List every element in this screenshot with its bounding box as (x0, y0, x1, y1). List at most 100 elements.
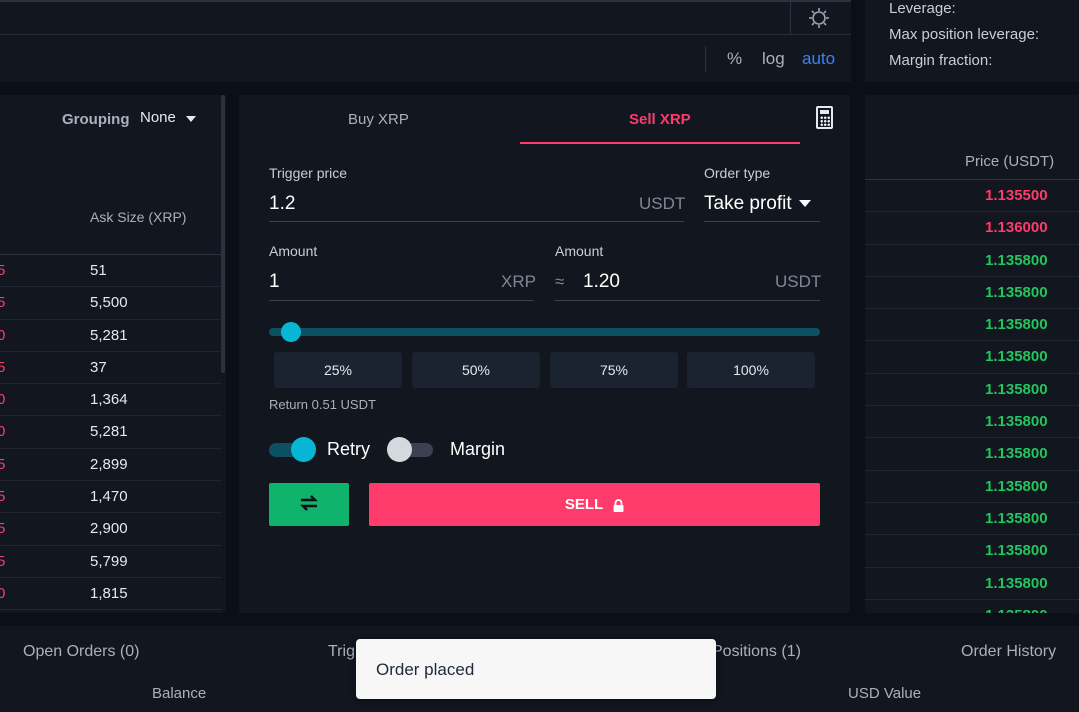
trade-row: 1.135800 (865, 503, 1079, 536)
amount-input[interactable]: 1 (269, 271, 280, 293)
ask-price: 0 (0, 391, 6, 409)
trade-price: 1.135500 (985, 187, 1048, 204)
chevron-down-icon[interactable] (186, 116, 196, 122)
orderbook-row[interactable]: 5 51 (0, 255, 222, 288)
approx-symbol: ≈ (555, 272, 565, 291)
trade-row: 1.135800 (865, 438, 1079, 471)
trade-price: 1.135800 (985, 509, 1048, 527)
orderbook-row[interactable]: 5 5,500 (0, 287, 222, 320)
amount-quote-underline (555, 300, 820, 301)
tab-positions[interactable]: Positions (1) (712, 643, 801, 661)
trade-row: 1.135800 (865, 277, 1079, 310)
settings-gear-icon[interactable] (808, 7, 830, 29)
ask-price: 0 (0, 423, 6, 441)
orderbook-row[interactable]: 5 2,900 (0, 513, 222, 546)
retry-toggle[interactable] (269, 437, 317, 462)
grouping-select[interactable]: None (140, 109, 176, 126)
ask-size: 5,281 (90, 326, 128, 344)
trade-price: 1.135800 (985, 477, 1048, 495)
orderbook-row[interactable]: 5 37 (0, 352, 222, 385)
order-type-select[interactable]: Take profit (704, 193, 792, 215)
amount-unit: XRP (501, 272, 536, 291)
usd-value-column-header: USD Value (848, 685, 922, 702)
ask-price: 0 (0, 584, 6, 602)
amount-quote-label: Amount (555, 243, 604, 259)
tab-order-history[interactable]: Order History (961, 643, 1056, 661)
trade-price: 1.135800 (985, 542, 1048, 560)
trade-price: 1.135800 (985, 413, 1048, 431)
ask-size: 51 (90, 262, 107, 279)
scale-divider (705, 46, 706, 72)
trade-row: 1.135800 (865, 245, 1079, 277)
amount-underline (269, 300, 534, 301)
trades-rows: 1.135500 1.136000 1.135800 1.135800 1.135800… (865, 180, 1079, 613)
ask-price: 0 (0, 326, 6, 344)
order-form: Buy XRP Sell XRP Trigger price 1.2 USDT … (239, 95, 850, 613)
orderbook-row[interactable]: 0 5,281 (0, 416, 222, 449)
ask-size: 5,799 (90, 552, 128, 570)
orderbook-row[interactable]: 0 1,815 (0, 578, 222, 611)
trade-price: 1.135800 (985, 283, 1048, 301)
margin-toggle[interactable] (387, 437, 435, 462)
scale-percent-button[interactable]: % (727, 49, 742, 69)
orderbook-row[interactable]: 5 2,899 (0, 449, 222, 482)
scale-auto-button[interactable]: auto (802, 49, 835, 69)
tab-trigger-orders[interactable]: Trig (328, 643, 355, 661)
percent-50-button[interactable]: 50% (412, 352, 540, 388)
orderbook-row[interactable]: 5 1,470 (0, 481, 222, 514)
orderbook-row[interactable]: 0 1,364 (0, 384, 222, 417)
sell-submit-button[interactable]: SELL (369, 483, 820, 526)
amount-label: Amount (269, 243, 318, 259)
trade-price: 1.135800 (985, 380, 1048, 398)
percent-25-button[interactable]: 25% (274, 352, 402, 388)
amount-quote-unit: USDT (775, 272, 822, 291)
trade-row: 1.135800 (865, 568, 1079, 600)
trades-panel: Price (USDT) 1.135500 1.136000 1.135800 1.1… (865, 95, 1079, 613)
lock-icon (613, 498, 624, 512)
trade-row: 1.135800 (865, 600, 1079, 613)
ask-price: 5 (0, 262, 6, 279)
ask-size: 2,899 (90, 455, 128, 473)
chart-toolbar: % log auto (0, 0, 851, 82)
ask-price: 5 (0, 552, 6, 570)
scale-log-button[interactable]: log (762, 49, 785, 69)
trigger-price-underline (269, 221, 684, 222)
percent-75-button[interactable]: 75% (550, 352, 678, 388)
trade-price: 1.136000 (985, 219, 1048, 237)
trigger-price-unit: USDT (639, 194, 686, 213)
active-tab-indicator (520, 142, 800, 144)
orderbook-row[interactable]: 5 5,799 (0, 546, 222, 578)
amount-slider-track[interactable] (269, 328, 820, 336)
trigger-price-input[interactable]: 1.2 (269, 193, 295, 215)
orderbook-row[interactable]: 0 5,281 (0, 320, 222, 352)
balance-column-header: Balance (152, 685, 207, 702)
swap-button[interactable] (269, 483, 349, 526)
tab-sell[interactable]: Sell XRP (629, 111, 691, 128)
tab-buy[interactable]: Buy XRP (348, 111, 409, 128)
price-header: Price (USDT) (965, 153, 1055, 170)
grouping-label: Grouping (62, 111, 130, 128)
ask-size: 1,815 (90, 584, 128, 602)
chevron-down-icon[interactable] (799, 200, 811, 207)
account-info-panel: Leverage: Max position leverage: Margin … (865, 0, 1079, 82)
amount-quote-input[interactable]: 1.20 (583, 271, 620, 293)
margin-label: Margin (450, 439, 506, 459)
order-type-label: Order type (704, 165, 771, 181)
toast-message: Order placed (376, 660, 475, 679)
ask-size: 1,470 (90, 488, 128, 506)
swap-arrows-icon (300, 495, 318, 511)
amount-slider-handle[interactable] (280, 322, 301, 342)
trade-row: 1.135800 (865, 309, 1079, 342)
tab-open-orders[interactable]: Open Orders (0) (23, 643, 139, 661)
trigger-price-label: Trigger price (269, 165, 348, 181)
trade-row: 1.135500 (865, 180, 1079, 213)
trade-price: 1.135800 (985, 445, 1048, 463)
max-position-leverage-label: Max position leverage: (889, 26, 1040, 43)
calculator-icon[interactable] (816, 106, 833, 129)
ask-price: 5 (0, 455, 6, 473)
ask-size: 1,364 (90, 391, 128, 409)
order-type-underline (704, 221, 820, 222)
trade-row: 1.136000 (865, 212, 1079, 245)
percent-100-button[interactable]: 100% (687, 352, 815, 388)
ask-size: 37 (90, 358, 107, 376)
